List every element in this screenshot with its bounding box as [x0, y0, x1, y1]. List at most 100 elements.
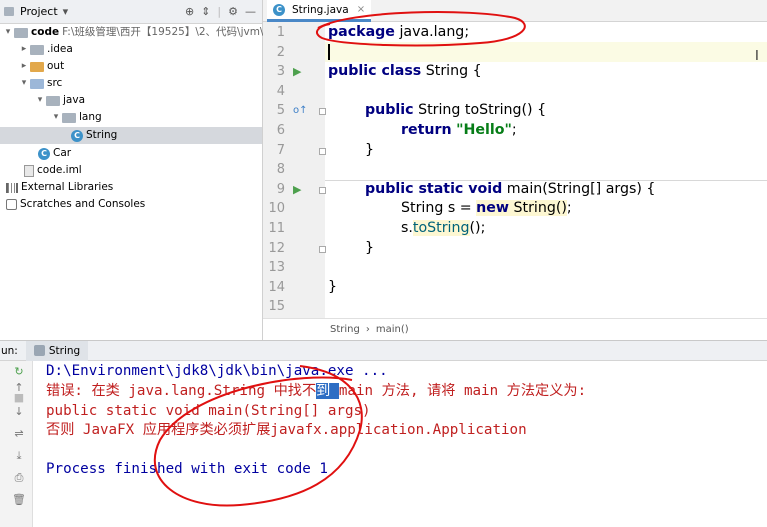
- run-panel: un: String ↻ ↑ ■ ↓ ⇌ ⤓ ⎙ 🗑 D:\Environmen…: [0, 340, 767, 527]
- tree-item-label: External Libraries: [21, 181, 114, 193]
- code-line-1: package java.lang;: [328, 23, 469, 43]
- text-caret: [328, 44, 330, 60]
- project-title[interactable]: Project: [20, 5, 58, 18]
- chevron-down-icon[interactable]: ▾: [2, 24, 14, 41]
- run-toolbar: ↻ ↑ ■ ↓ ⇌ ⤓ ⎙ 🗑: [0, 361, 33, 527]
- tree-item-src[interactable]: ▾ src: [18, 75, 63, 92]
- project-icon: [4, 7, 14, 16]
- run-config-icon: [33, 345, 45, 356]
- line-number: 5: [276, 103, 285, 118]
- tree-item-out[interactable]: ▸ out: [18, 58, 64, 75]
- error-text: main 方法, 请将 main 方法定义为:: [338, 383, 587, 399]
- code-text: java.lang;: [394, 24, 470, 40]
- code-text: String(): [509, 200, 567, 216]
- scroll-end-icon[interactable]: ⤓: [12, 449, 26, 463]
- string-literal: "Hello": [456, 122, 512, 138]
- console-error-line: public static void main(String[] args): [46, 403, 371, 419]
- keyword: new: [476, 200, 509, 216]
- chevron-down-icon[interactable]: ▾: [50, 109, 62, 126]
- class-icon: C: [38, 147, 50, 160]
- tree-item-scratches[interactable]: Scratches and Consoles: [6, 196, 145, 213]
- chevron-down-icon[interactable]: ▾: [18, 75, 30, 92]
- editor-gutter: 1 2 3 4 5 6 7 8 9 10 11 12 13 14 15 ▶ o↑…: [263, 22, 326, 318]
- run-play-icon[interactable]: ▶: [293, 180, 305, 200]
- tree-item-label: Scratches and Consoles: [20, 198, 146, 210]
- editor-tab-bar: C String.java ×: [263, 0, 767, 22]
- chevron-right-icon[interactable]: ▸: [18, 41, 30, 58]
- override-icon[interactable]: o↑: [293, 101, 308, 121]
- project-panel: Project ▾ ⊕ ⇕ | ⚙ — ▾ code F:\班级管理\西开【19…: [0, 0, 289, 340]
- scratches-icon: [6, 199, 17, 210]
- tree-item-lang[interactable]: ▾ lang: [50, 109, 102, 126]
- tree-item-label: .idea: [47, 43, 73, 55]
- tree-item-label: lang: [79, 111, 102, 123]
- tree-item-external-libraries[interactable]: External Libraries: [6, 179, 113, 196]
- stop-icon[interactable]: ■: [12, 391, 26, 405]
- method-call: toString: [412, 220, 470, 236]
- console-exit-line: Process finished with exit code 1: [46, 461, 328, 477]
- run-panel-header: un: String: [0, 340, 767, 361]
- collapse-icon[interactable]: ⇕: [199, 5, 212, 18]
- folder-icon: [62, 112, 76, 123]
- wrap-icon[interactable]: ⇌: [12, 427, 26, 441]
- text-selection: 到: [316, 383, 339, 399]
- tree-item-java[interactable]: ▾ java: [34, 92, 85, 109]
- code-text: String toString() {: [413, 102, 547, 118]
- code-line-10: String s = new String();: [401, 199, 572, 219]
- breadcrumb-item[interactable]: String: [330, 324, 360, 335]
- close-icon[interactable]: ×: [357, 4, 365, 15]
- class-icon: C: [71, 129, 83, 142]
- chevron-down-icon[interactable]: ▾: [34, 92, 46, 109]
- line-number: 3: [276, 64, 285, 79]
- tree-item-car[interactable]: C Car: [38, 145, 71, 162]
- line-number: 1: [276, 25, 285, 40]
- rerun-icon[interactable]: ↻: [12, 365, 26, 379]
- line-number: 11: [268, 221, 285, 236]
- code-line-14: }: [328, 278, 337, 298]
- folder-icon: [30, 44, 44, 55]
- line-number: 13: [268, 260, 285, 275]
- run-tab-label: String: [48, 344, 81, 357]
- tree-item-label: src: [47, 77, 63, 89]
- code-line-12: }: [365, 239, 374, 259]
- keyword: public class: [328, 63, 422, 79]
- folder-icon: [30, 61, 44, 72]
- code-text: }: [328, 279, 338, 295]
- code-text: ;: [511, 122, 517, 138]
- tree-item-idea[interactable]: ▸ .idea: [18, 41, 73, 58]
- tree-item-label: String: [86, 129, 118, 141]
- code-line-7: }: [365, 141, 374, 161]
- library-icon: [6, 182, 18, 193]
- tree-item-code-iml[interactable]: code.iml: [24, 162, 82, 179]
- gear-icon[interactable]: ⚙: [226, 5, 240, 18]
- code-area[interactable]: package java.lang; public class String {…: [325, 22, 767, 318]
- keyword: package: [328, 24, 395, 40]
- tab-string-java[interactable]: C String.java ×: [267, 0, 372, 22]
- code-text: ();: [469, 220, 486, 236]
- keyword: return: [401, 122, 452, 138]
- code-text: String s =: [401, 200, 477, 216]
- editor-panel: C String.java × 1 2 3 4 5 6 7 8 9 10 11 …: [263, 0, 767, 340]
- code-line-6: return "Hello";: [401, 121, 517, 141]
- console-error-line: 否则 JavaFX 应用程序类必须扩展javafx.application.Ap…: [46, 422, 527, 438]
- run-tab-string[interactable]: String: [25, 340, 89, 361]
- down-arrow-icon[interactable]: ↓: [12, 405, 26, 419]
- code-text: }: [365, 240, 375, 256]
- chevron-right-icon[interactable]: ▸: [18, 58, 30, 75]
- trash-icon[interactable]: 🗑: [12, 493, 26, 507]
- hide-icon[interactable]: —: [243, 5, 258, 18]
- locate-icon[interactable]: ⊕: [183, 5, 196, 18]
- code-text: String {: [421, 63, 482, 79]
- line-number: 7: [276, 143, 285, 158]
- breadcrumb: String › main(): [263, 318, 767, 340]
- run-play-icon[interactable]: ▶: [293, 62, 305, 82]
- tree-item-label: Car: [53, 147, 72, 159]
- print-icon[interactable]: ⎙: [12, 471, 26, 485]
- project-panel-header: Project ▾ ⊕ ⇕ | ⚙ —: [0, 0, 262, 24]
- breadcrumb-item[interactable]: main(): [376, 324, 409, 335]
- tree-item-code[interactable]: ▾ code F:\班级管理\西开【19525】\2、代码\jvm\code: [2, 24, 289, 41]
- tree-item-string[interactable]: C String: [0, 127, 262, 144]
- chevron-down-icon[interactable]: ▾: [61, 5, 71, 18]
- run-label: un:: [1, 344, 18, 357]
- tree-item-label: code: [31, 26, 60, 38]
